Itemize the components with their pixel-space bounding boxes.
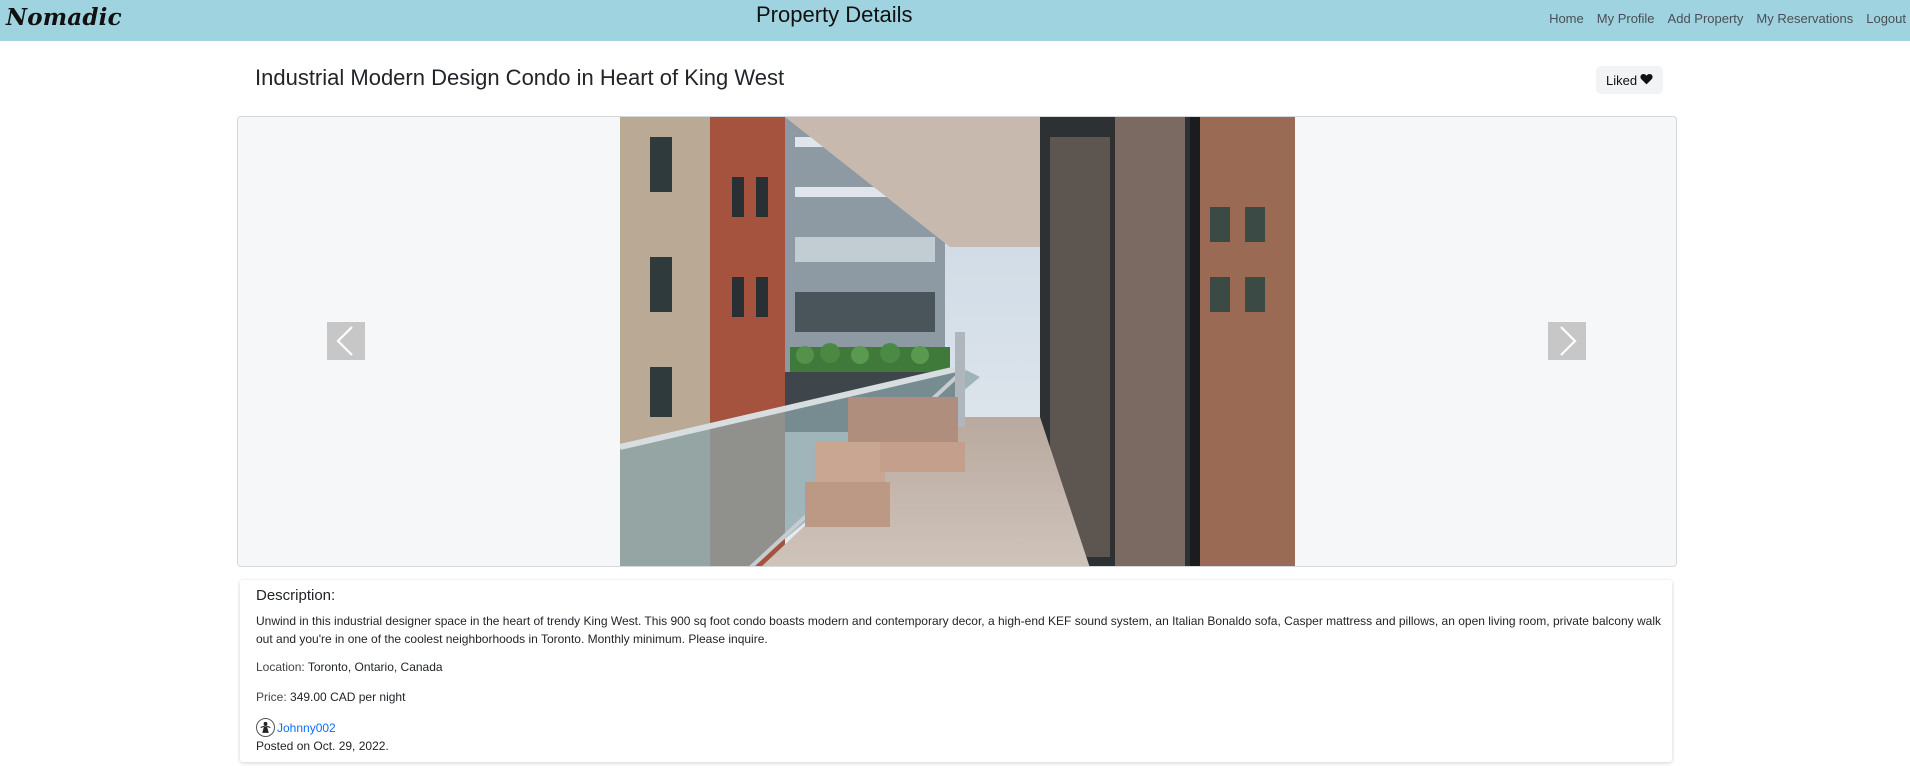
chevron-left-icon <box>336 326 353 356</box>
navbar: Nomadic Property Details Home My Profile… <box>0 0 1910 41</box>
image-carousel <box>237 116 1677 567</box>
page-title: Property Details <box>756 2 913 27</box>
carousel-next-button[interactable] <box>1548 322 1586 360</box>
owner-row: Johnny002 <box>256 718 336 737</box>
location-value: Toronto, Ontario, Canada <box>307 660 443 674</box>
nav-my-reservations-link[interactable]: My Reservations <box>1756 11 1853 26</box>
nav-my-profile-link[interactable]: My Profile <box>1597 11 1655 26</box>
carousel-prev-button[interactable] <box>327 322 365 360</box>
price-value: 349.00 CAD per night <box>290 690 406 704</box>
brand-logo[interactable]: Nomadic <box>6 4 122 31</box>
location-line: Location: Toronto, Ontario, Canada <box>256 660 443 674</box>
user-icon <box>260 721 271 733</box>
nav-add-property-link[interactable]: Add Property <box>1668 11 1744 26</box>
nav-home-link[interactable]: Home <box>1549 11 1584 26</box>
price-line: Price: 349.00 CAD per night <box>256 690 405 704</box>
like-label: Liked <box>1606 72 1638 88</box>
nav-links: Home My Profile Add Property My Reservat… <box>1549 11 1906 26</box>
property-title: Industrial Modern Design Condo in Heart … <box>255 65 785 90</box>
description-heading: Description: <box>256 587 336 604</box>
avatar <box>256 718 275 737</box>
nav-logout-link[interactable]: Logout <box>1866 11 1906 26</box>
property-photo <box>620 117 1295 566</box>
price-label: Price: <box>256 690 287 704</box>
owner-link[interactable]: Johnny002 <box>277 721 336 735</box>
description-text: Unwind in this industrial designer space… <box>256 614 1661 646</box>
like-button[interactable]: Liked <box>1596 66 1664 94</box>
heart-icon <box>1640 73 1653 88</box>
description-card: Description: Unwind in this industrial d… <box>240 580 1672 762</box>
posted-date: Posted on Oct. 29, 2022. <box>256 739 389 753</box>
location-label: Location: <box>256 660 305 674</box>
chevron-right-icon <box>1560 326 1577 356</box>
